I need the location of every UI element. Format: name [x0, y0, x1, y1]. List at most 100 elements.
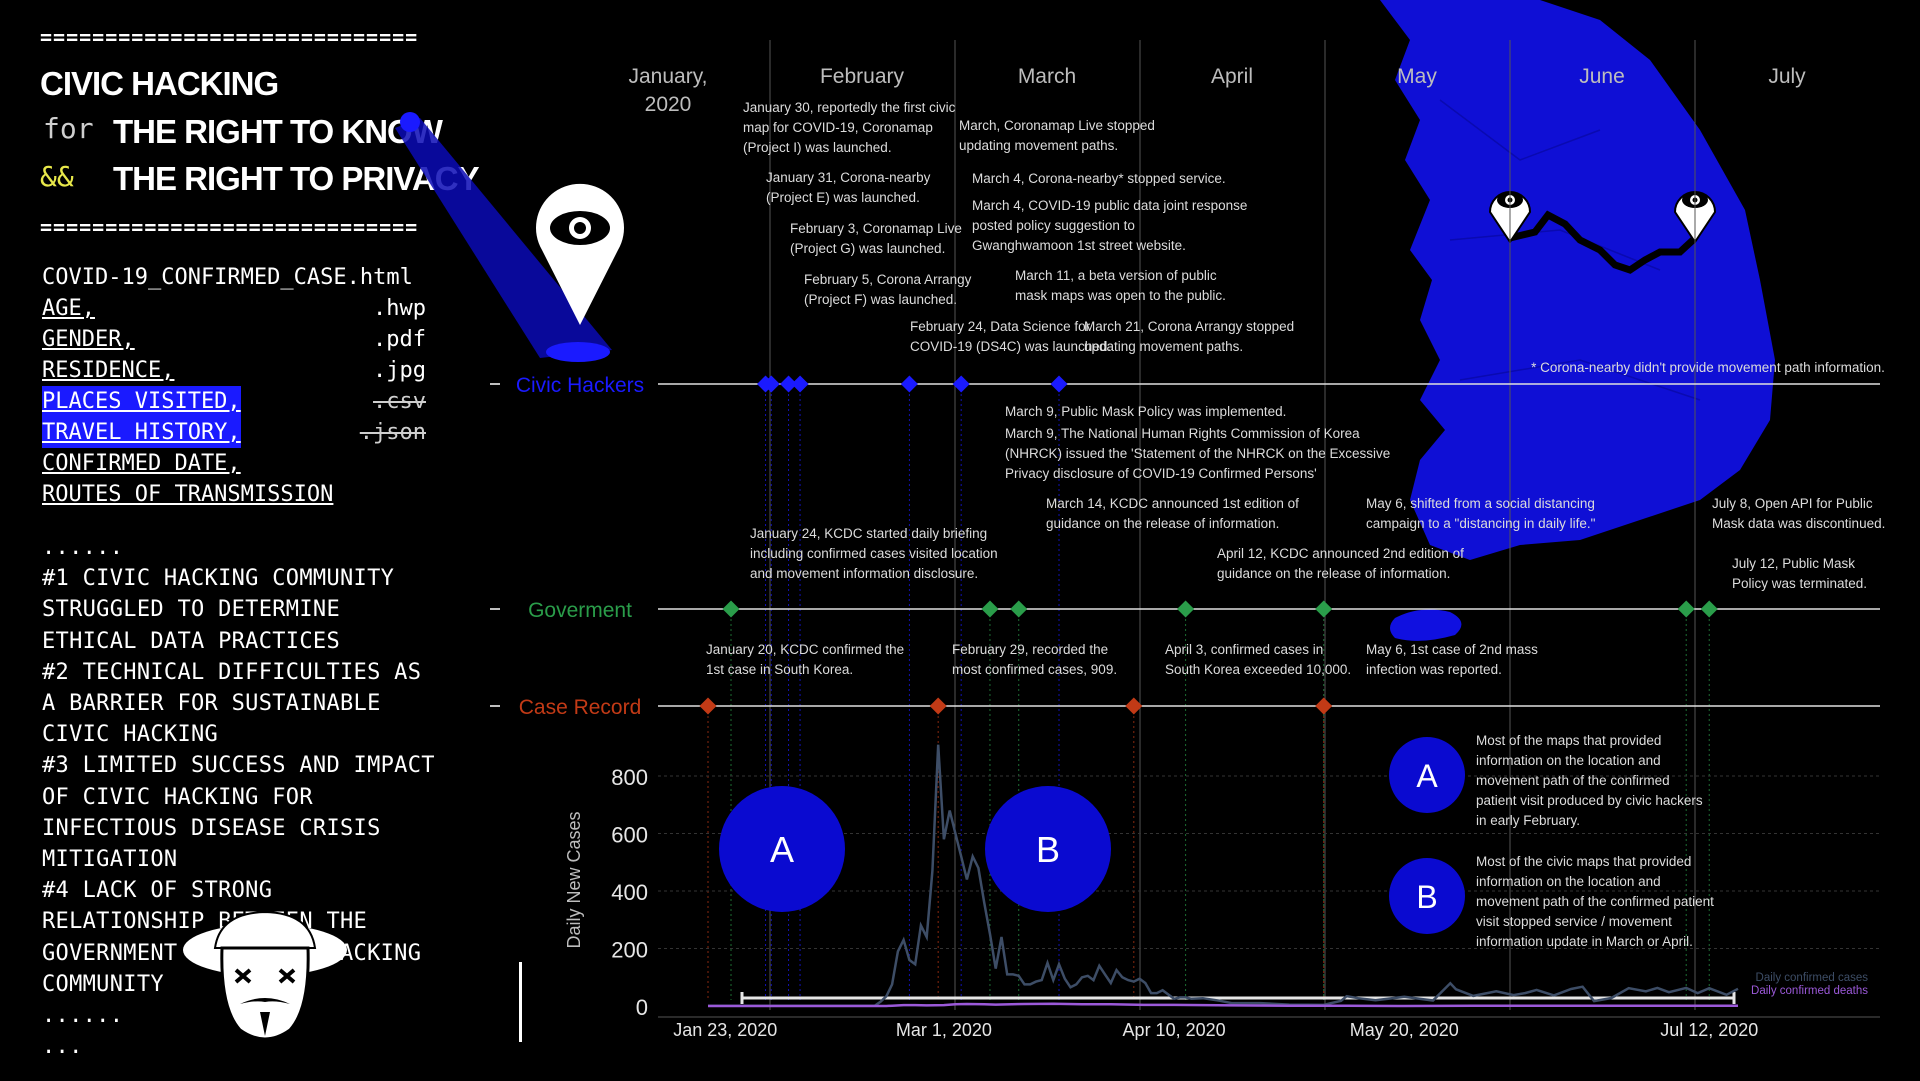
event-annotation: February 3, Coronamap Live: [790, 221, 962, 236]
event-annotation: updating movement paths.: [959, 138, 1118, 153]
y-tick-label: 0: [636, 995, 648, 1020]
event-annotation: map for COVID-19, Coronamap: [743, 120, 933, 135]
event-marker-civic: [791, 375, 809, 393]
event-annotation: March 21, Corona Arrangy stopped: [1084, 319, 1294, 334]
note-text: information update in March or April.: [1476, 934, 1693, 949]
y-tick-label: 800: [611, 765, 648, 790]
event-annotation: posted policy suggestion to: [972, 218, 1135, 233]
event-annotation: March, Coronamap Live stopped: [959, 118, 1155, 133]
month-label: March: [1018, 65, 1076, 88]
note-badge-label: A: [1416, 758, 1438, 794]
note-text: patient visit produced by civic hackers: [1476, 793, 1703, 808]
event-marker-government: [1315, 600, 1333, 618]
event-annotation: May 6, shifted from a social distancing: [1366, 496, 1595, 511]
event-annotation: May 6, 1st case of 2nd mass: [1366, 642, 1538, 657]
x-tick-label: Apr 10, 2020: [1123, 1020, 1226, 1040]
event-annotation: including confirmed cases visited locati…: [750, 546, 998, 561]
legend-entry: Daily confirmed deaths: [1751, 985, 1868, 997]
event-annotation: COVID-19 (DS4C) was launched.: [910, 339, 1111, 354]
event-annotation: mask maps was open to the public.: [1015, 288, 1226, 303]
event-marker-case: [929, 697, 947, 715]
event-annotation: South Korea exceeded 10,000.: [1165, 662, 1351, 677]
month-label: 2020: [645, 93, 692, 116]
event-annotation: February 5, Corona Arrangy: [804, 272, 972, 287]
month-label: January,: [629, 65, 708, 88]
note-text: in early February.: [1476, 813, 1580, 828]
event-annotation: campaign to a "distancing in daily life.…: [1366, 516, 1596, 531]
event-annotation: Gwanghwamoon 1st street website.: [972, 238, 1186, 253]
event-annotation: January 30, reportedly the first civic: [743, 100, 956, 115]
marker-label: B: [1036, 829, 1060, 870]
y-tick-label: 600: [611, 823, 648, 848]
note-text: visit stopped service / movement: [1476, 914, 1672, 929]
event-marker-government: [1677, 600, 1695, 618]
event-marker-government: [1177, 600, 1195, 618]
note-text: movement path of the confirmed patient: [1476, 894, 1714, 909]
event-annotation: guidance on the release of information.: [1217, 566, 1450, 581]
event-annotation: 1st case in South Korea.: [706, 662, 853, 677]
event-annotation: (Project F) was launched.: [804, 292, 957, 307]
track-label-case: Case Record: [519, 696, 642, 719]
timeline-chart: January, 2020 February March April May June Jul…: [395, 0, 1885, 1040]
note-text: information on the location and: [1476, 753, 1661, 768]
note-badge-label: B: [1416, 879, 1437, 915]
event-annotation: most confirmed cases, 909.: [952, 662, 1117, 677]
month-label: May: [1397, 65, 1437, 88]
event-marker-government: [1010, 600, 1028, 618]
event-annotation: March 14, KCDC announced 1st edition of: [1046, 496, 1299, 511]
legend-entry: Daily confirmed cases: [1756, 972, 1869, 984]
x-tick-label: Mar 1, 2020: [896, 1020, 992, 1040]
event-annotation: January 31, Corona-nearby: [766, 170, 931, 185]
event-annotation: (NHRCK) issued the 'Statement of the NHR…: [1005, 446, 1390, 461]
y-tick-label: 200: [611, 938, 648, 963]
x-tick-label: May 20, 2020: [1350, 1020, 1459, 1040]
marker-label: A: [770, 829, 794, 870]
y-tick-label: 400: [611, 880, 648, 905]
note-text: movement path of the confirmed: [1476, 773, 1670, 788]
x-tick-label: Jan 23, 2020: [673, 1020, 777, 1040]
note-text: Most of the civic maps that provided: [1476, 854, 1691, 869]
event-marker-government: [981, 600, 999, 618]
event-annotation: infection was reported.: [1366, 662, 1502, 677]
event-annotation: * Corona-nearby didn't provide movement …: [1531, 360, 1885, 375]
event-annotation: January 24, KCDC started daily briefing: [750, 526, 987, 541]
event-annotation: March 9, Public Mask Policy was implemen…: [1005, 404, 1286, 419]
event-annotation: updating movement paths.: [1084, 339, 1243, 354]
event-annotation: (Project G) was launched.: [790, 241, 945, 256]
event-annotation: April 3, confirmed cases in: [1165, 642, 1323, 657]
month-label: July: [1768, 65, 1806, 88]
month-label: April: [1211, 65, 1253, 88]
korea-map: [1380, 0, 1775, 560]
month-label: June: [1579, 65, 1625, 88]
event-annotation: March 4, COVID-19 public data joint resp…: [972, 198, 1247, 213]
event-marker-civic: [1050, 375, 1068, 393]
event-annotation: (Project E) was launched.: [766, 190, 920, 205]
event-marker-government: [1700, 600, 1718, 618]
track-label-civic: Civic Hackers: [516, 374, 644, 397]
event-annotation: March 9, The National Human Rights Commi…: [1005, 426, 1360, 441]
event-annotation: Policy was terminated.: [1732, 576, 1867, 591]
note-text: information on the location and: [1476, 874, 1661, 889]
series-line: [708, 1002, 1738, 1008]
event-annotation: (Project I) was launched.: [743, 140, 892, 155]
month-label: February: [820, 65, 905, 88]
event-annotation: and movement information disclosure.: [750, 566, 978, 581]
event-annotation: guidance on the release of information.: [1046, 516, 1279, 531]
event-annotation: April 12, KCDC announced 2nd edition of: [1217, 546, 1464, 561]
event-marker-civic: [900, 375, 918, 393]
track-label-government: Goverment: [528, 599, 632, 622]
event-annotation: July 8, Open API for Public: [1712, 496, 1873, 511]
event-annotation: March 11, a beta version of public: [1015, 268, 1217, 283]
y-axis-label: Daily New Cases: [564, 811, 584, 948]
event-marker-case: [699, 697, 717, 715]
event-marker-government: [722, 600, 740, 618]
event-annotation: Privacy disclosure of COVID-19 Confirmed…: [1005, 466, 1317, 481]
event-annotation: March 4, Corona-nearby* stopped service.: [972, 171, 1226, 186]
event-annotation: February 24, Data Science for: [910, 319, 1091, 334]
event-annotation: July 12, Public Mask: [1732, 556, 1855, 571]
note-text: Most of the maps that provided: [1476, 733, 1661, 748]
x-tick-label: Jul 12, 2020: [1660, 1020, 1758, 1040]
event-annotation: Mask data was discontinued.: [1712, 516, 1885, 531]
jeju-island: [1390, 609, 1462, 641]
event-annotation: January 20, KCDC confirmed the: [706, 642, 904, 657]
